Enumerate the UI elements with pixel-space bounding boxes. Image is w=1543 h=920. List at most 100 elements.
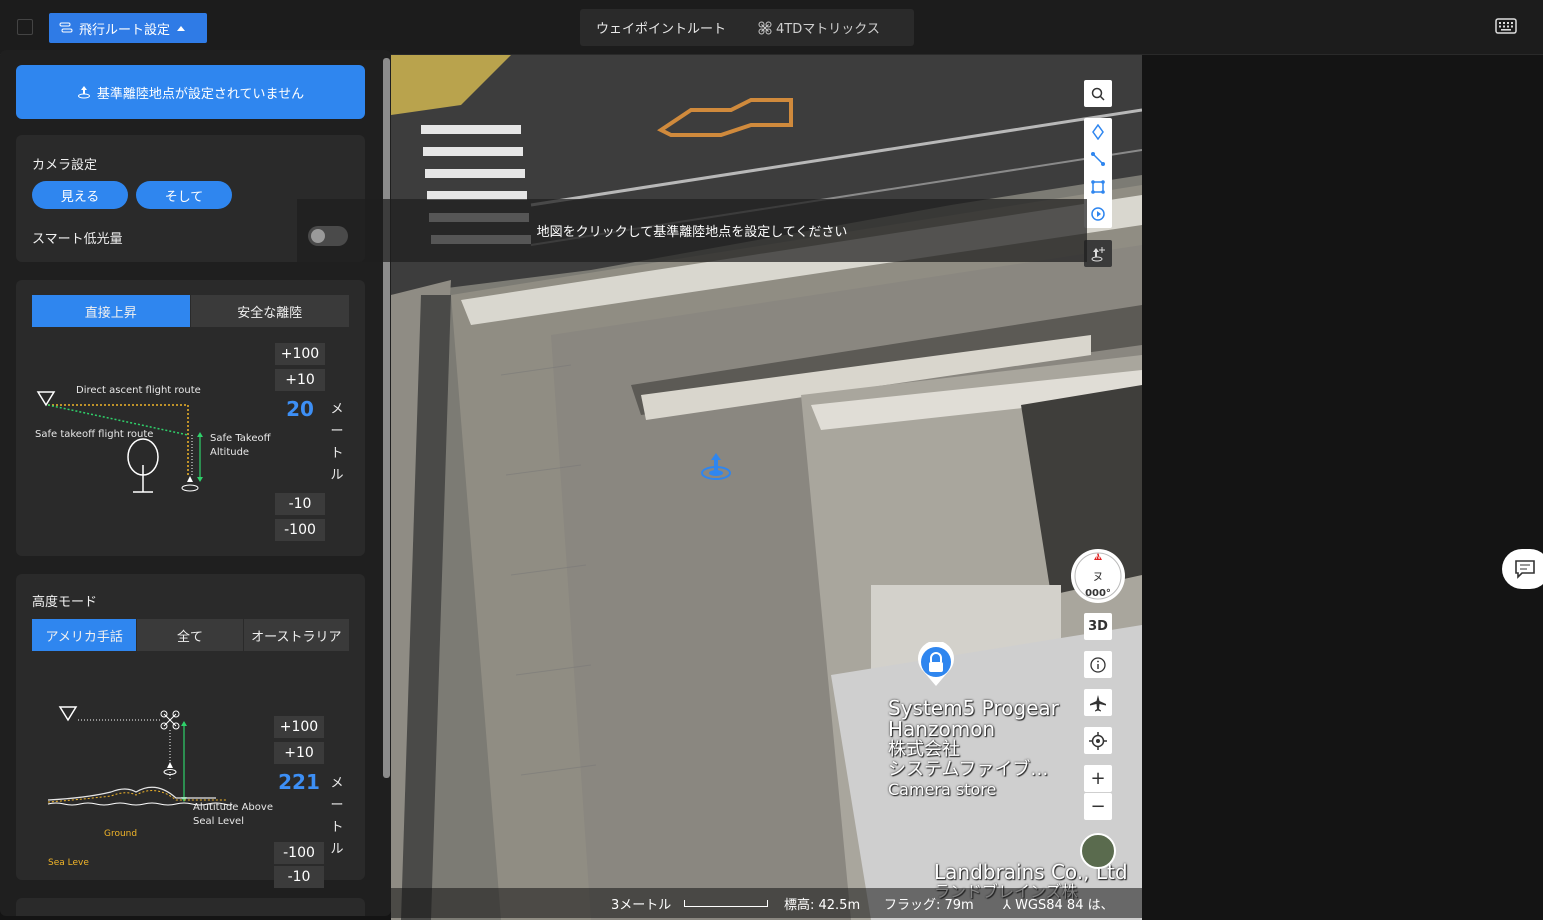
- tab-safe-takeoff-label: 安全な離陸: [237, 305, 303, 321]
- compass-icon: N ヌ 000°: [1074, 552, 1122, 600]
- takeoff-altitude-value[interactable]: 20: [275, 397, 325, 421]
- tab-direct-ascent-label: 直接上昇: [84, 305, 137, 321]
- elevation-readout: 標高: 42.5m: [784, 898, 861, 913]
- polyline-icon[interactable]: [1090, 151, 1106, 167]
- alt-unit-char-4: ル: [330, 842, 344, 857]
- step-minus-10[interactable]: -10: [275, 493, 325, 515]
- tab-altitude-all[interactable]: 全て: [137, 619, 244, 651]
- tab-safe-takeoff[interactable]: 安全な離陸: [190, 295, 349, 327]
- asl-label-line1: Alutitude Above: [193, 802, 273, 813]
- sidebar-scrollbar[interactable]: [383, 58, 390, 778]
- smart-lowlight-toggle[interactable]: [308, 226, 348, 246]
- altitude-mode-tabs: アメリカ手話 全て オーストラリア: [32, 619, 349, 651]
- datum-text: WGS84 84 は、: [1015, 898, 1114, 913]
- tab-altitude-australia-label: オーストラリア: [251, 629, 342, 645]
- compass-north-label: N: [1096, 554, 1101, 561]
- poi-name-line1: System5 Progear: [888, 696, 1059, 720]
- alt-step-plus-100-label: +100: [279, 719, 319, 735]
- takeoff-mode-card: 直接上昇 安全な離陸 Direct ascent flight route Sa…: [16, 280, 365, 556]
- flag-readout: フラッグ: 79m: [884, 898, 974, 913]
- camera-option-and[interactable]: そして: [136, 181, 232, 209]
- plus-icon: +: [1090, 768, 1106, 789]
- camera-option-visible[interactable]: 見える: [32, 181, 128, 209]
- takeoff-point-icon: [77, 86, 90, 99]
- tab-altitude-asl[interactable]: アメリカ手話: [32, 619, 138, 651]
- unit-char-2: ー: [330, 424, 344, 439]
- safe-takeoff-altitude-line1: Safe Takeoff: [210, 433, 271, 444]
- keyboard-icon[interactable]: [1495, 18, 1517, 34]
- camera-option-and-label: そして: [164, 189, 204, 205]
- alt-step-plus-100[interactable]: +100: [274, 716, 324, 738]
- alt-step-minus-100-label: -100: [283, 845, 315, 861]
- unit-char-3: ト: [330, 446, 344, 461]
- safe-takeoff-route-label: Safe takeoff flight route: [35, 429, 154, 440]
- asl-label: Alutitude Above Seal Level: [193, 801, 273, 829]
- tab-altitude-asl-label: アメリカ手話: [45, 629, 123, 645]
- circle-area-icon[interactable]: [1090, 206, 1106, 222]
- zoom-out-button[interactable]: −: [1084, 793, 1112, 820]
- tab-matrix[interactable]: 4TDマトリックス: [742, 18, 896, 37]
- safe-takeoff-altitude-line2: Altitude: [210, 447, 250, 458]
- sea-level-label: Sea Leve: [48, 858, 89, 868]
- airplane-icon: [1090, 694, 1106, 711]
- alt-unit-char-2: ー: [330, 798, 344, 813]
- alt-unit-char-3: ト: [330, 820, 344, 835]
- altitude-unit: メ ー ト ル: [330, 773, 344, 861]
- route-settings-button[interactable]: 飛行ルート設定: [49, 13, 207, 43]
- alt-unit-char-1: メ: [330, 776, 344, 791]
- tab-waypoint-route[interactable]: ウェイポイントルート: [580, 18, 742, 37]
- zoom-in-button[interactable]: +: [1084, 765, 1112, 792]
- tab-direct-ascent[interactable]: 直接上昇: [32, 295, 191, 327]
- draw-tools-group: [1084, 118, 1112, 228]
- right-empty-panel: [1142, 55, 1543, 920]
- tab-altitude-all-label: 全て: [177, 629, 204, 645]
- poi-name-line4: システムファイブ…: [888, 759, 1049, 780]
- tab-altitude-australia[interactable]: オーストラリア: [243, 619, 349, 651]
- camera-settings-title: カメラ設定: [32, 158, 98, 173]
- poi-pin-icon[interactable]: [916, 642, 956, 688]
- info-button[interactable]: [1084, 651, 1112, 678]
- alt-step-plus-10[interactable]: +10: [274, 742, 324, 764]
- altitude-value[interactable]: 221: [271, 770, 327, 794]
- safe-takeoff-altitude-label: Safe Takeoff Altitude: [210, 432, 271, 460]
- takeoff-add-icon: [1091, 246, 1105, 261]
- set-takeoff-point-label: 基準離陸地点が設定されていません: [96, 86, 305, 102]
- map-layer-switch[interactable]: [1080, 833, 1116, 869]
- svg-text:ヌ: ヌ: [1093, 570, 1104, 583]
- route-settings-label: 飛行ルート設定: [79, 22, 171, 38]
- map-search-button[interactable]: [1084, 80, 1112, 107]
- map-status-bar: 3メートル 標高: 42.5m フラッグ: 79m ⅄ WGS84 84 は、: [391, 888, 1142, 918]
- direct-ascent-route-label: Direct ascent flight route: [76, 385, 201, 396]
- feedback-chat-button[interactable]: [1502, 549, 1543, 589]
- next-settings-card: [16, 898, 365, 916]
- scale-label: 3メートル: [611, 898, 672, 913]
- step-plus-100[interactable]: +100: [275, 343, 325, 365]
- smart-lowlight-label: スマート低光量: [32, 232, 123, 247]
- alt-step-minus-10-label: -10: [287, 869, 311, 885]
- view-3d-label: 3D: [1088, 619, 1108, 634]
- alt-step-plus-10-label: +10: [284, 745, 314, 761]
- satellite-map[interactable]: System5 Progear Hanzomon 株式会社 システムファイブ… …: [391, 55, 1142, 920]
- aircraft-button[interactable]: [1084, 689, 1112, 716]
- chat-icon: [1515, 560, 1535, 579]
- caret-up-icon: [177, 26, 186, 31]
- step-plus-10-label: +10: [285, 372, 315, 388]
- waypoint-diamond-icon[interactable]: [1090, 123, 1106, 140]
- polygon-icon[interactable]: [1090, 179, 1106, 195]
- camera-option-visible-label: 見える: [60, 189, 100, 205]
- takeoff-hint-overlay: 地図をクリックして基準離陸地点を設定してください: [297, 199, 1087, 262]
- takeoff-point-marker[interactable]: [699, 451, 733, 481]
- step-plus-10[interactable]: +10: [275, 369, 325, 391]
- locate-button[interactable]: [1084, 727, 1112, 754]
- panel-toggle-icon[interactable]: [17, 19, 33, 35]
- top-bar: 飛行ルート設定 ウェイポイントルート 4TDマトリックス: [0, 0, 1543, 55]
- set-takeoff-tool[interactable]: [1084, 240, 1112, 267]
- compass[interactable]: N ヌ 000°: [1071, 549, 1125, 603]
- view-3d-button[interactable]: 3D: [1084, 613, 1112, 640]
- set-takeoff-point-button[interactable]: 基準離陸地点が設定されていません: [16, 65, 365, 119]
- step-minus-100[interactable]: -100: [275, 519, 325, 541]
- minus-icon: −: [1090, 796, 1106, 817]
- poi-name-line2: Hanzomon: [888, 717, 996, 741]
- alt-step-minus-100[interactable]: -100: [274, 842, 324, 864]
- alt-step-minus-10[interactable]: -10: [274, 866, 324, 888]
